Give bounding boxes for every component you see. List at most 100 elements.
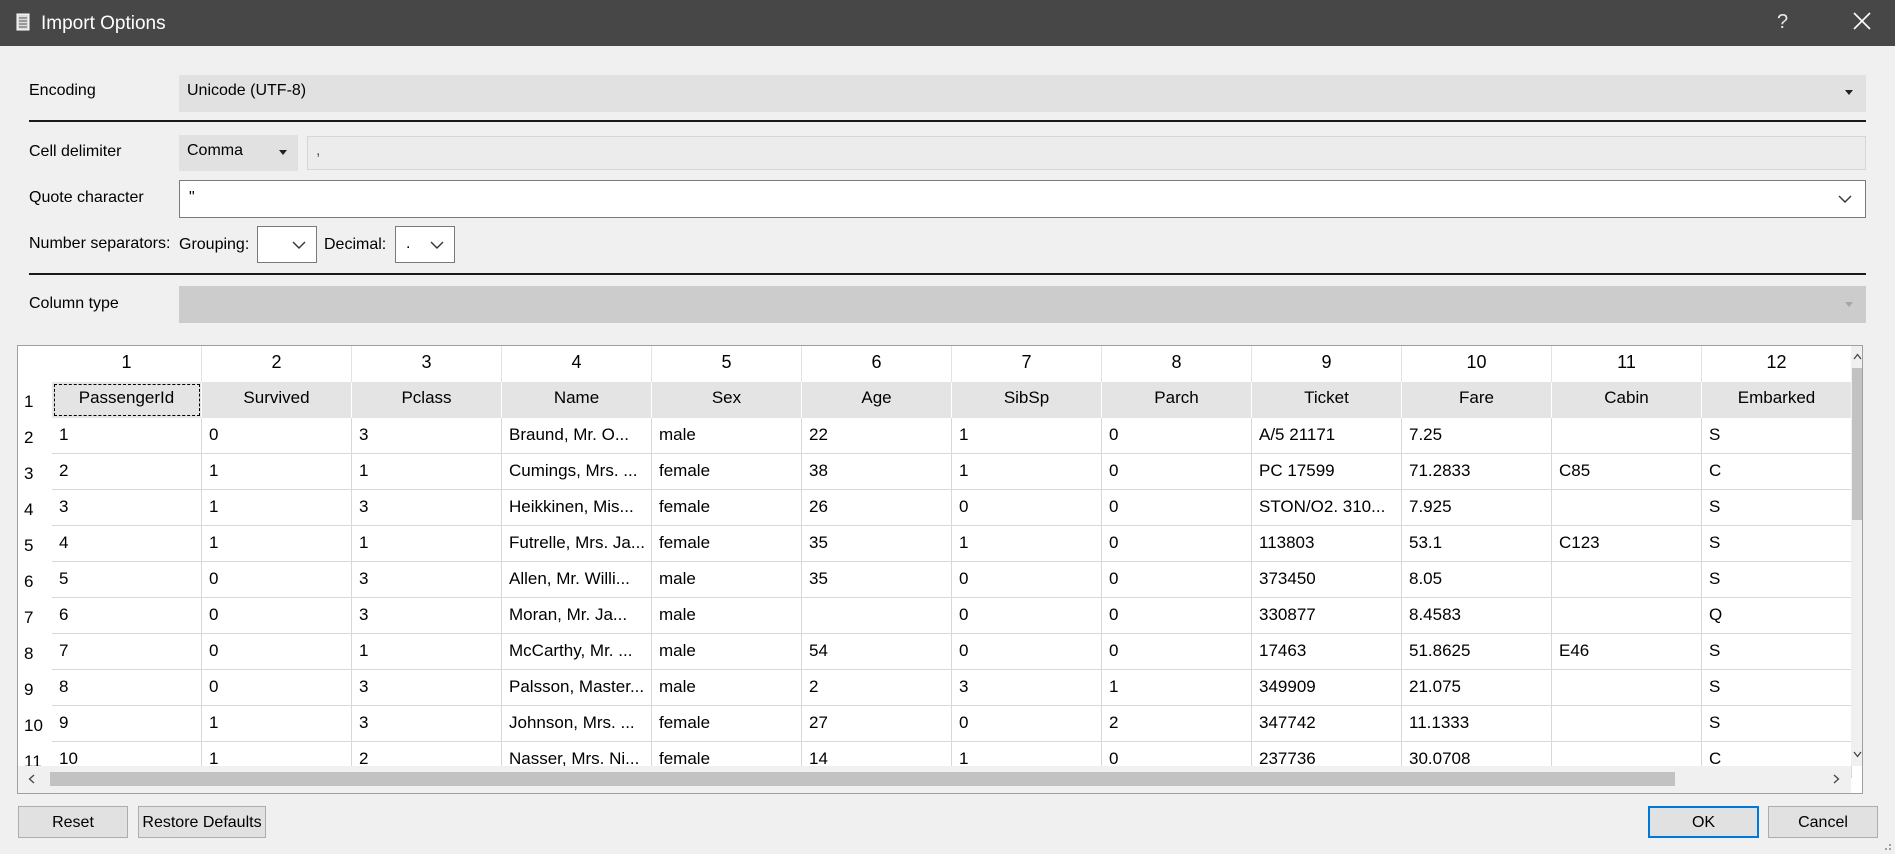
preview-table[interactable]: 1 2 3 4 5 6 7 8 9 10 11 12 1 2 3 4 5 6 7 8 9 10 11 PassengerId S… xyxy=(17,345,1863,794)
table-cell[interactable]: 1 xyxy=(952,526,1102,562)
table-cell[interactable]: 8.4583 xyxy=(1402,598,1552,634)
table-cell[interactable]: 27 xyxy=(802,706,952,742)
column-number[interactable]: 6 xyxy=(802,346,952,382)
table-cell[interactable]: 5 xyxy=(52,562,202,598)
column-number[interactable]: 8 xyxy=(1102,346,1252,382)
table-cell[interactable]: 0 xyxy=(1102,490,1252,526)
encoding-combobox[interactable]: Unicode (UTF-8) xyxy=(179,75,1866,112)
table-cell[interactable] xyxy=(1552,598,1702,634)
cell-delimiter-input[interactable]: , xyxy=(307,136,1866,170)
table-cell[interactable] xyxy=(1552,670,1702,706)
cancel-button[interactable]: Cancel xyxy=(1768,806,1878,838)
row-number[interactable]: 8 xyxy=(18,634,52,670)
table-cell[interactable]: 9 xyxy=(52,706,202,742)
header-cell[interactable]: PassengerId xyxy=(52,382,202,418)
table-cell[interactable]: Heikkinen, Mis... xyxy=(502,490,652,526)
column-number[interactable]: 3 xyxy=(352,346,502,382)
row-number[interactable]: 10 xyxy=(18,706,52,742)
table-cell[interactable] xyxy=(802,598,952,634)
table-cell[interactable]: 0 xyxy=(952,562,1102,598)
row-number[interactable]: 5 xyxy=(18,526,52,562)
table-cell[interactable] xyxy=(1552,562,1702,598)
table-cell[interactable]: 22 xyxy=(802,418,952,454)
table-cell[interactable]: S xyxy=(1702,706,1852,742)
table-cell[interactable]: 0 xyxy=(952,634,1102,670)
table-cell[interactable]: 35 xyxy=(802,526,952,562)
row-number[interactable]: 2 xyxy=(18,418,52,454)
table-cell[interactable]: female xyxy=(652,706,802,742)
column-number[interactable]: 11 xyxy=(1552,346,1702,382)
header-cell[interactable]: Ticket xyxy=(1252,382,1402,418)
table-cell[interactable]: 1 xyxy=(1102,670,1252,706)
table-cell[interactable] xyxy=(1552,418,1702,454)
header-cell[interactable]: SibSp xyxy=(952,382,1102,418)
table-cell[interactable]: 0 xyxy=(202,562,352,598)
table-cell[interactable]: 1 xyxy=(202,490,352,526)
table-cell[interactable]: 3 xyxy=(352,598,502,634)
table-cell[interactable]: 1 xyxy=(202,526,352,562)
table-cell[interactable]: 35 xyxy=(802,562,952,598)
table-cell[interactable]: female xyxy=(652,454,802,490)
table-cell[interactable]: 373450 xyxy=(1252,562,1402,598)
table-cell[interactable]: 1 xyxy=(52,418,202,454)
table-cell[interactable]: Futrelle, Mrs. Ja... xyxy=(502,526,652,562)
table-cell[interactable]: male xyxy=(652,634,802,670)
table-cell[interactable]: 3 xyxy=(352,670,502,706)
table-cell[interactable]: 1 xyxy=(352,454,502,490)
header-cell[interactable]: Cabin xyxy=(1552,382,1702,418)
table-cell[interactable]: 1 xyxy=(952,454,1102,490)
scroll-up-icon[interactable] xyxy=(1853,353,1862,360)
table-cell[interactable]: 3 xyxy=(352,490,502,526)
resize-grip-icon[interactable] xyxy=(1882,841,1892,851)
table-cell[interactable]: C85 xyxy=(1552,454,1702,490)
table-cell[interactable]: 8 xyxy=(52,670,202,706)
table-cell[interactable]: 1 xyxy=(202,454,352,490)
table-cell[interactable]: McCarthy, Mr. ... xyxy=(502,634,652,670)
row-number[interactable]: 4 xyxy=(18,490,52,526)
table-cell[interactable]: Cumings, Mrs. ... xyxy=(502,454,652,490)
row-number[interactable]: 1 xyxy=(18,382,52,418)
scroll-down-icon[interactable] xyxy=(1853,751,1862,758)
restore-defaults-button[interactable]: Restore Defaults xyxy=(138,806,266,838)
header-cell[interactable]: Embarked xyxy=(1702,382,1852,418)
table-cell[interactable]: 71.2833 xyxy=(1402,454,1552,490)
table-cell[interactable]: 0 xyxy=(1102,526,1252,562)
table-cell[interactable] xyxy=(1552,706,1702,742)
row-number[interactable]: 7 xyxy=(18,598,52,634)
table-cell[interactable]: 347742 xyxy=(1252,706,1402,742)
table-cell[interactable]: 3 xyxy=(352,418,502,454)
table-cell[interactable]: 2 xyxy=(802,670,952,706)
table-cell[interactable]: Q xyxy=(1702,598,1852,634)
table-cell[interactable]: male xyxy=(652,418,802,454)
table-cell[interactable]: 3 xyxy=(952,670,1102,706)
column-number[interactable]: 7 xyxy=(952,346,1102,382)
decimal-combobox[interactable]: . xyxy=(395,226,455,263)
table-cell[interactable]: 8.05 xyxy=(1402,562,1552,598)
table-cell[interactable]: 7.925 xyxy=(1402,490,1552,526)
reset-button[interactable]: Reset xyxy=(18,806,128,838)
table-cell[interactable]: PC 17599 xyxy=(1252,454,1402,490)
vertical-scrollbar-thumb[interactable] xyxy=(1852,368,1862,520)
table-cell[interactable]: 1 xyxy=(352,634,502,670)
row-number[interactable]: 6 xyxy=(18,562,52,598)
table-cell[interactable]: female xyxy=(652,526,802,562)
table-cell[interactable]: 0 xyxy=(1102,598,1252,634)
table-cell[interactable]: S xyxy=(1702,562,1852,598)
scroll-right-icon[interactable] xyxy=(1833,774,1840,784)
table-cell[interactable]: S xyxy=(1702,418,1852,454)
table-cell[interactable]: STON/O2. 310... xyxy=(1252,490,1402,526)
table-cell[interactable]: 17463 xyxy=(1252,634,1402,670)
header-cell[interactable]: Parch xyxy=(1102,382,1252,418)
column-number[interactable]: 12 xyxy=(1702,346,1852,382)
table-cell[interactable]: C xyxy=(1702,454,1852,490)
table-cell[interactable]: 11.1333 xyxy=(1402,706,1552,742)
table-cell[interactable]: 0 xyxy=(1102,562,1252,598)
header-cell[interactable]: Survived xyxy=(202,382,352,418)
table-cell[interactable]: 0 xyxy=(202,418,352,454)
close-icon[interactable] xyxy=(1851,10,1873,32)
table-cell[interactable] xyxy=(1552,490,1702,526)
table-cell[interactable]: Braund, Mr. O... xyxy=(502,418,652,454)
header-cell[interactable]: Name xyxy=(502,382,652,418)
column-number[interactable]: 4 xyxy=(502,346,652,382)
header-cell[interactable]: Sex xyxy=(652,382,802,418)
